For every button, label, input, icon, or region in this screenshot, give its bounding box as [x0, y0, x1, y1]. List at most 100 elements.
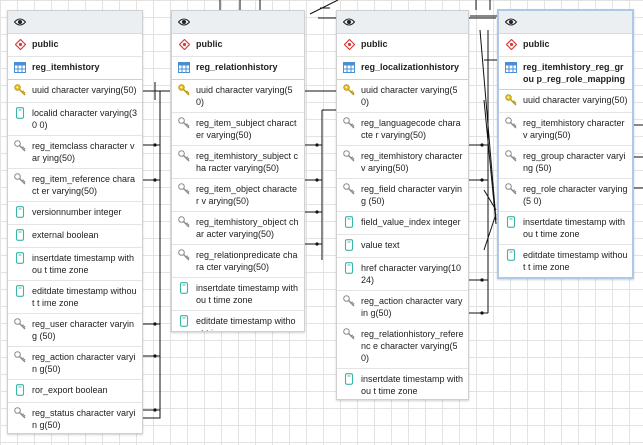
column-row[interactable]: insertdate timestamp withou t time zone	[337, 369, 468, 399]
table-reg-itemhistory-reg-group-reg-role-mapping[interactable]: public reg_itemhistory_reg_grou p_reg_ro…	[497, 9, 634, 279]
column-label: reg_itemhistory_subject cha racter varyi…	[196, 151, 299, 173]
column-icon	[343, 216, 355, 228]
table-reg-relationhistory[interactable]: public reg_relationhistory uuid characte…	[171, 10, 305, 332]
eye-icon[interactable]	[504, 15, 518, 29]
schema-icon	[343, 38, 355, 50]
column-label: ror_export boolean	[32, 385, 108, 395]
table-header[interactable]	[499, 11, 632, 34]
column-label: insertdate timestamp withou t time zone	[523, 217, 626, 239]
column-row[interactable]: reg_item_subject character varying(50)	[172, 113, 304, 146]
relationship-line	[483, 213, 497, 251]
foreign-key-icon	[343, 117, 355, 129]
foreign-key-icon	[178, 249, 190, 261]
column-label: reg_group character varying (50)	[523, 151, 626, 173]
column-row[interactable]: reg_group character varying (50)	[499, 146, 632, 179]
column-row[interactable]: insertdate timestamp withou t time zone	[172, 278, 304, 311]
table-reg-localizationhistory[interactable]: public reg_localizationhistory uuid char…	[336, 10, 469, 400]
relationship-line	[143, 91, 161, 419]
column-row[interactable]: reg_role character varying(5 0)	[499, 179, 632, 212]
column-row[interactable]: insertdate timestamp withou t time zone	[499, 212, 632, 245]
column-row[interactable]: ror_export boolean	[8, 380, 142, 403]
column-row[interactable]: reg_status character varyin g(50)	[8, 403, 142, 433]
column-row[interactable]: reg_relationpredicate chara cter varying…	[172, 245, 304, 278]
column-icon	[343, 262, 355, 274]
column-row[interactable]: reg_relationhistory_referenc e character…	[337, 324, 468, 369]
column-row[interactable]: editdate timestamp without t ime zone	[172, 311, 304, 331]
column-icon	[14, 285, 26, 297]
relationship-endpoint	[315, 242, 319, 246]
column-row[interactable]: reg_itemhistory character v arying(50)	[337, 146, 468, 179]
column-label: reg_action character varyin g(50)	[32, 352, 136, 374]
column-row[interactable]: reg_action character varyin g(50)	[337, 291, 468, 324]
column-list: uuid character varying(50) localid charac…	[8, 80, 142, 433]
relationship-endpoint	[153, 143, 157, 147]
table-icon	[178, 61, 190, 73]
eye-icon[interactable]	[342, 15, 356, 29]
column-row[interactable]: uuid character varying(50)	[337, 80, 468, 113]
column-row[interactable]: reg_field character varying (50)	[337, 179, 468, 212]
primary-key-icon	[505, 94, 517, 106]
relationship-endpoint	[153, 322, 157, 326]
column-row[interactable]: field_value_index integer	[337, 212, 468, 235]
schema-label: public	[361, 39, 388, 49]
schema-icon	[505, 38, 517, 50]
column-icon	[343, 239, 355, 251]
column-row[interactable]: value text	[337, 235, 468, 258]
eye-icon[interactable]	[13, 15, 27, 29]
column-row[interactable]: uuid character varying(50)	[172, 80, 304, 113]
column-row[interactable]: reg_action character varyin g(50)	[8, 347, 142, 380]
table-reg-itemhistory[interactable]: public reg_itemhistory uuid character va…	[7, 10, 143, 434]
primary-key-icon	[178, 84, 190, 96]
column-row[interactable]: localid character varying(30 0)	[8, 103, 142, 136]
schema-label: public	[32, 39, 59, 49]
column-label: editdate timestamp without t ime zone	[196, 316, 296, 331]
column-label: value text	[361, 240, 400, 250]
schema-row: public	[499, 34, 632, 57]
column-label: uuid character varying(50)	[361, 85, 458, 107]
schema-icon	[14, 38, 26, 50]
relationship-endpoint	[480, 143, 484, 147]
table-icon	[505, 61, 517, 73]
column-row[interactable]: reg_item_object character v arying(50)	[172, 179, 304, 212]
relationship-line	[483, 99, 497, 225]
column-icon	[178, 315, 190, 327]
column-label: reg_item_object character v arying(50)	[196, 184, 298, 206]
relationship-line	[483, 189, 497, 211]
column-row[interactable]: external boolean	[8, 225, 142, 248]
table-header[interactable]	[8, 11, 142, 34]
column-row[interactable]: reg_user character varying (50)	[8, 314, 142, 347]
column-list: uuid character varying(50) reg_itemhistor…	[499, 90, 632, 277]
schema-row: public	[337, 34, 468, 57]
column-row[interactable]: versionnumber integer	[8, 202, 142, 225]
column-row[interactable]: insertdate timestamp withou t time zone	[8, 248, 142, 281]
column-icon	[14, 206, 26, 218]
column-row[interactable]: uuid character varying(50)	[499, 90, 632, 113]
relationship-endpoint	[315, 143, 319, 147]
column-row[interactable]: reg_itemhistory_subject cha racter varyi…	[172, 146, 304, 179]
column-row[interactable]: uuid character varying(50)	[8, 80, 142, 103]
table-header[interactable]	[172, 11, 304, 34]
column-label: editdate timestamp without t ime zone	[523, 250, 628, 272]
table-header[interactable]	[337, 11, 468, 34]
foreign-key-icon	[343, 183, 355, 195]
schema-label: public	[523, 39, 550, 49]
schema-icon	[178, 38, 190, 50]
table-name: reg_relationhistory	[196, 62, 278, 72]
column-row[interactable]: reg_languagecode characte r varying(50)	[337, 113, 468, 146]
column-row[interactable]: reg_itemclass character var ying(50)	[8, 136, 142, 169]
column-row[interactable]: href character varying(1024)	[337, 258, 468, 291]
column-row[interactable]: reg_item_reference charact er varying(50…	[8, 169, 142, 202]
column-row[interactable]: editdate timestamp without t ime zone	[499, 245, 632, 277]
column-label: localid character varying(30 0)	[32, 108, 138, 130]
column-row[interactable]: reg_itemhistory character v arying(50)	[499, 113, 632, 146]
column-label: insertdate timestamp withou t time zone	[361, 374, 464, 396]
column-row[interactable]: editdate timestamp without t ime zone	[8, 281, 142, 314]
column-label: reg_languagecode characte r varying(50)	[361, 118, 461, 140]
relationship-endpoint	[480, 178, 484, 182]
column-label: reg_item_reference charact er varying(50…	[32, 174, 136, 196]
relationship-endpoint	[153, 408, 157, 412]
column-row[interactable]: reg_itemhistory_object char acter varyin…	[172, 212, 304, 245]
column-label: uuid character varying(50)	[523, 95, 628, 105]
eye-icon[interactable]	[177, 15, 191, 29]
column-label: uuid character varying(50)	[32, 85, 137, 95]
